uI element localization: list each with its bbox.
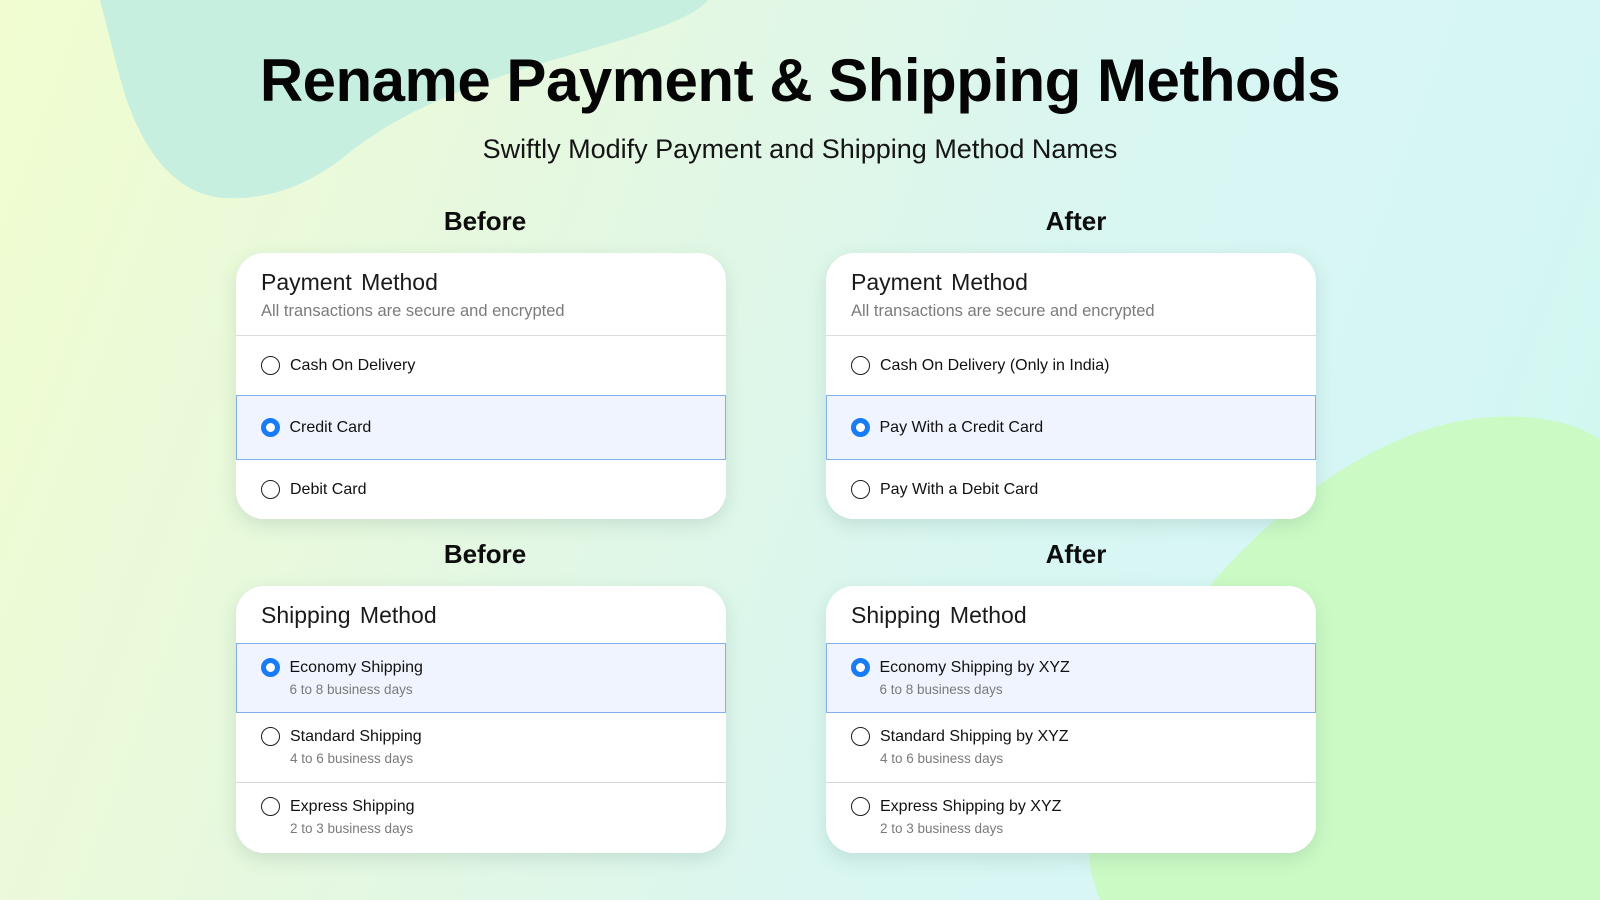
payment-option-credit-card[interactable]: Credit Card bbox=[236, 395, 726, 460]
payment-method-card-after: Payment Method All transactions are secu… bbox=[826, 253, 1316, 519]
option-label: Economy Shipping by XYZ bbox=[879, 659, 1070, 676]
card-header: Shipping Method bbox=[826, 586, 1316, 643]
card-title: Shipping Method bbox=[261, 602, 437, 628]
card-header: Payment Method All transactions are secu… bbox=[236, 253, 726, 336]
radio-unchecked-icon[interactable] bbox=[261, 727, 280, 746]
payment-before-label: Before bbox=[443, 206, 527, 236]
radio-unchecked-icon[interactable] bbox=[851, 356, 870, 375]
shipping-option-standard[interactable]: Standard Shipping by XYZ 4 to 6 business… bbox=[826, 713, 1316, 783]
option-delivery-time: 2 to 3 business days bbox=[880, 821, 1004, 836]
radio-checked-icon[interactable] bbox=[850, 658, 870, 677]
option-delivery-time: 4 to 6 business days bbox=[880, 751, 1004, 766]
shipping-option-standard[interactable]: Standard Shipping 4 to 6 business days bbox=[236, 713, 726, 783]
payment-option-debit-card[interactable]: Debit Card bbox=[236, 460, 726, 519]
option-label: Express Shipping by XYZ bbox=[880, 798, 1062, 815]
page-title: Rename Payment & Shipping Methods bbox=[259, 47, 1341, 114]
option-label: Standard Shipping by XYZ bbox=[880, 728, 1069, 745]
option-label: Pay With a Credit Card bbox=[879, 419, 1044, 436]
payment-option-credit-card[interactable]: Pay With a Credit Card bbox=[826, 395, 1316, 460]
payment-method-card-before: Payment Method All transactions are secu… bbox=[236, 253, 726, 519]
payment-option-debit-card[interactable]: Pay With a Debit Card bbox=[826, 460, 1316, 519]
card-subtitle: All transactions are secure and encrypte… bbox=[851, 302, 1155, 320]
radio-unchecked-icon[interactable] bbox=[851, 797, 870, 816]
option-delivery-time: 6 to 8 business days bbox=[879, 682, 1003, 697]
card-header: Payment Method All transactions are secu… bbox=[826, 253, 1316, 336]
radio-checked-icon[interactable] bbox=[850, 418, 870, 437]
radio-checked-icon[interactable] bbox=[260, 418, 280, 437]
option-delivery-time: 4 to 6 business days bbox=[290, 751, 414, 766]
shipping-method-card-before: Shipping Method Economy Shipping 6 to 8 … bbox=[236, 586, 726, 853]
shipping-option-economy[interactable]: Economy Shipping by XYZ 6 to 8 business … bbox=[826, 643, 1316, 713]
card-title: Shipping Method bbox=[851, 602, 1027, 628]
radio-unchecked-icon[interactable] bbox=[261, 356, 280, 375]
option-label: Standard Shipping bbox=[290, 728, 422, 745]
option-label: Express Shipping bbox=[290, 798, 415, 815]
shipping-after-label: After bbox=[1045, 539, 1107, 569]
radio-unchecked-icon[interactable] bbox=[851, 480, 870, 499]
shipping-option-express[interactable]: Express Shipping 2 to 3 business days bbox=[236, 783, 726, 853]
option-label: Pay With a Debit Card bbox=[880, 481, 1039, 498]
option-label: Economy Shipping bbox=[289, 659, 423, 676]
option-label: Cash On Delivery (Only in India) bbox=[880, 357, 1110, 374]
option-delivery-time: 6 to 8 business days bbox=[289, 682, 413, 697]
card-subtitle: All transactions are secure and encrypte… bbox=[261, 302, 565, 320]
shipping-option-express[interactable]: Express Shipping by XYZ 2 to 3 business … bbox=[826, 783, 1316, 853]
radio-unchecked-icon[interactable] bbox=[261, 797, 280, 816]
shipping-option-economy[interactable]: Economy Shipping 6 to 8 business days bbox=[236, 643, 726, 713]
payment-option-cash-on-delivery[interactable]: Cash On Delivery bbox=[236, 336, 726, 395]
option-label: Cash On Delivery bbox=[290, 357, 416, 374]
shipping-before-label: Before bbox=[443, 539, 527, 569]
option-label: Credit Card bbox=[289, 419, 372, 436]
page-subtitle: Swiftly Modify Payment and Shipping Meth… bbox=[482, 134, 1118, 164]
payment-option-cash-on-delivery[interactable]: Cash On Delivery (Only in India) bbox=[826, 336, 1316, 395]
radio-unchecked-icon[interactable] bbox=[851, 727, 870, 746]
option-label: Debit Card bbox=[290, 481, 367, 498]
payment-after-label: After bbox=[1045, 206, 1107, 236]
card-header: Shipping Method bbox=[236, 586, 726, 643]
shipping-method-card-after: Shipping Method Economy Shipping by XYZ … bbox=[826, 586, 1316, 853]
card-title: Payment Method bbox=[261, 269, 438, 295]
card-title: Payment Method bbox=[851, 269, 1028, 295]
option-delivery-time: 2 to 3 business days bbox=[290, 821, 414, 836]
radio-checked-icon[interactable] bbox=[260, 658, 280, 677]
radio-unchecked-icon[interactable] bbox=[261, 480, 280, 499]
